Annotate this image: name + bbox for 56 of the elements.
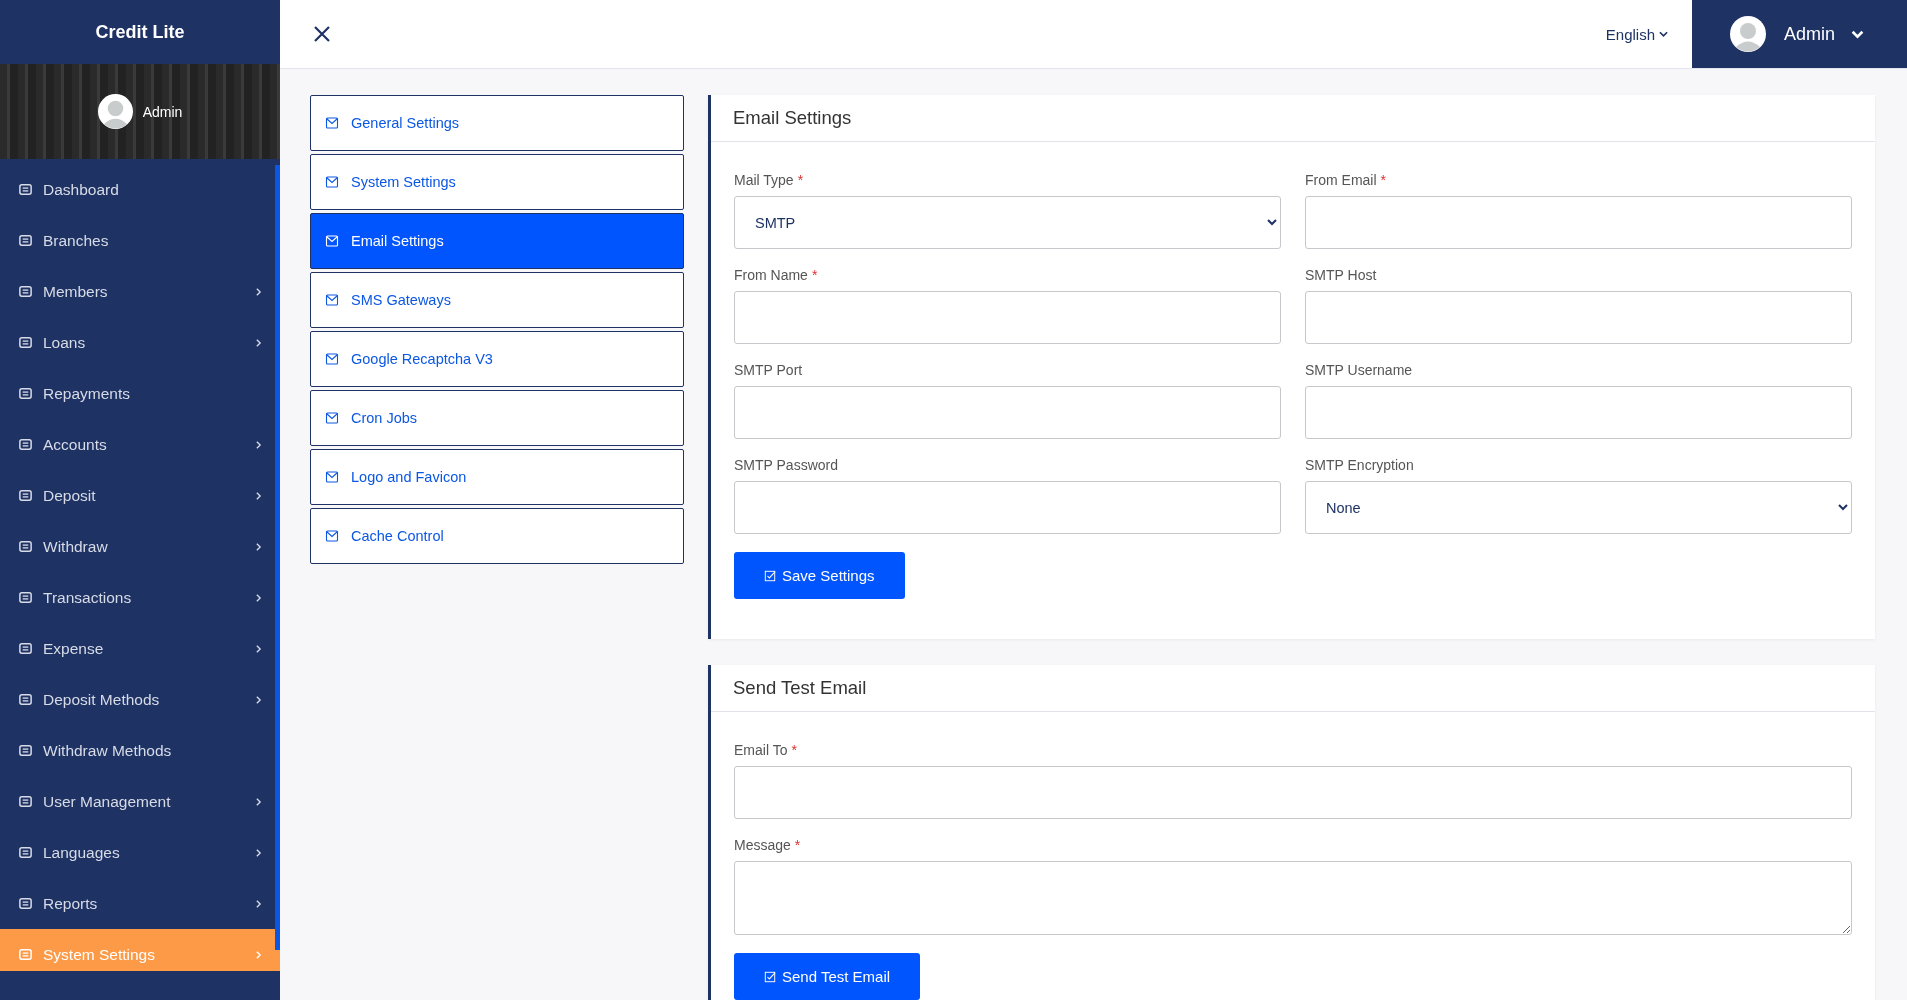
- user-menu[interactable]: Admin: [1692, 0, 1907, 68]
- settings-tab[interactable]: Cache Control: [310, 508, 684, 564]
- submit-button[interactable]: Send Test Email: [734, 953, 921, 1000]
- settings-tab[interactable]: Cron Jobs: [310, 390, 684, 446]
- chevron-icon: [255, 694, 262, 705]
- avatar-icon: [1730, 16, 1766, 52]
- settings-tab[interactable]: Logo and Favicon: [310, 449, 684, 505]
- input-field[interactable]: [734, 766, 1852, 819]
- avatar-icon: [97, 94, 133, 129]
- chevron-icon: [255, 949, 262, 960]
- field-label: SMTP Password: [734, 457, 839, 473]
- brand-name: Credit Lite: [95, 21, 185, 43]
- chevron-icon: [255, 847, 262, 858]
- select-field[interactable]: SMTP: [734, 196, 1281, 249]
- input-field[interactable]: [734, 481, 1281, 534]
- field-label: SMTP Host: [1305, 267, 1378, 283]
- select-field[interactable]: None: [1305, 481, 1852, 534]
- field-label: Message *: [734, 837, 802, 853]
- chevron-icon: [255, 796, 262, 807]
- submit-button[interactable]: Save Settings: [734, 552, 905, 599]
- field-label: From Email *: [1305, 172, 1387, 188]
- language-dropdown[interactable]: English: [1605, 25, 1668, 43]
- checkbox-icon: [764, 569, 776, 582]
- input-field[interactable]: [734, 386, 1281, 439]
- chevron-icon: [255, 337, 262, 348]
- user-name: Admin: [142, 103, 183, 120]
- input-field[interactable]: [1305, 196, 1852, 249]
- field-label: Email To *: [734, 742, 798, 758]
- chevron-icon: [1851, 29, 1865, 39]
- field-label: SMTP Encryption: [1305, 457, 1415, 473]
- card-title: Send Test Email: [733, 677, 867, 699]
- chevron-icon: [255, 898, 262, 909]
- close-icon[interactable]: [312, 24, 332, 44]
- field-label: Mail Type *: [734, 172, 805, 188]
- user-name: Admin: [1784, 23, 1836, 45]
- field-label: SMTP Username: [1305, 362, 1414, 378]
- settings-tab[interactable]: Email Settings: [310, 213, 684, 269]
- chevron-icon: [255, 439, 262, 450]
- checkbox-icon: [764, 970, 776, 983]
- chevron-icon: [255, 286, 262, 297]
- chevron-icon: [1659, 31, 1668, 37]
- chevron-icon: [255, 592, 262, 603]
- chevron-icon: [255, 541, 262, 552]
- settings-tab[interactable]: Google Recaptcha V3: [310, 331, 684, 387]
- settings-tab[interactable]: SMS Gateways: [310, 272, 684, 328]
- textarea-field[interactable]: [734, 861, 1852, 935]
- input-field[interactable]: [1305, 386, 1852, 439]
- input-field[interactable]: [1305, 291, 1852, 344]
- field-label: From Name *: [734, 267, 819, 283]
- chevron-icon: [255, 643, 262, 654]
- settings-tab[interactable]: General Settings: [310, 95, 684, 151]
- input-field[interactable]: [734, 291, 1281, 344]
- settings-tab[interactable]: System Settings: [310, 154, 684, 210]
- card-title: Email Settings: [733, 107, 852, 129]
- field-label: SMTP Port: [734, 362, 804, 378]
- chevron-icon: [255, 490, 262, 501]
